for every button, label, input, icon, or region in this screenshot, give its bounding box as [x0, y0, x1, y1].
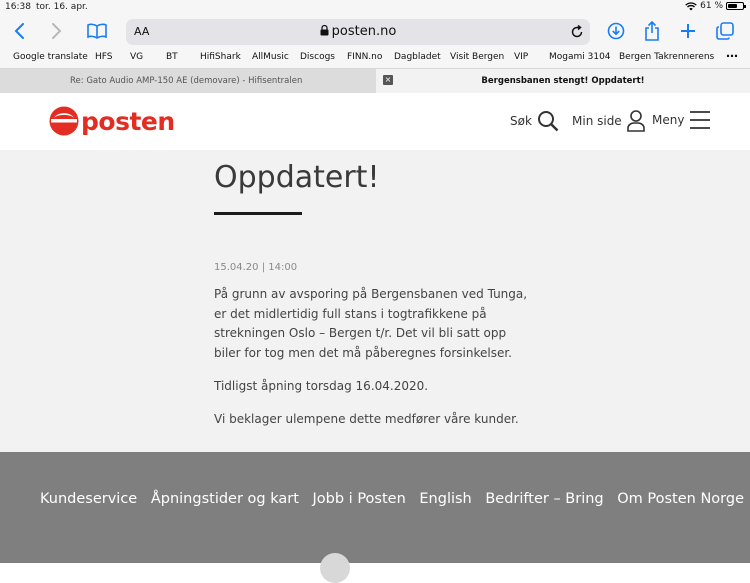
site-header: posten Søk Min side Meny — [0, 93, 750, 151]
bookmark-item[interactable]: Google translate — [13, 52, 88, 62]
url-text: posten.no — [331, 24, 397, 39]
browser-toolbar: AA posten.no — [0, 14, 750, 48]
headline-line: Oppdatert! — [214, 160, 380, 195]
article-paragraph: På grunn av avsporing på Bergensbanen ve… — [214, 287, 528, 360]
bookmark-item[interactable]: Visit Bergen — [450, 52, 504, 62]
bookmark-item[interactable]: Discogs — [300, 52, 335, 62]
article: Oppdatert! 15.04.20 | 14:00 På grunn av … — [0, 150, 750, 452]
status-date: tor. 16. apr. — [36, 2, 88, 12]
hamburger-menu-icon — [690, 111, 711, 129]
lock-icon — [320, 24, 329, 36]
headline-line-cut — [214, 150, 379, 160]
back-icon — [14, 23, 24, 39]
back-button[interactable] — [7, 18, 33, 44]
share-button[interactable] — [639, 18, 665, 44]
bookmark-item[interactable]: Bergen Takrennerens — [619, 52, 714, 62]
tabs-icon — [716, 22, 734, 40]
posten-logo[interactable]: posten — [49, 106, 175, 136]
bookmark-item[interactable]: VIP — [514, 52, 528, 62]
bookmark-item[interactable]: BT — [166, 52, 178, 62]
bookmarks-button[interactable] — [84, 18, 110, 44]
downloads-button[interactable] — [603, 18, 629, 44]
footer-link[interactable]: Jobb i Posten — [313, 491, 406, 507]
download-icon — [607, 22, 625, 40]
search-label: Søk — [510, 114, 532, 128]
footer-link[interactable]: Om Posten Norge — [617, 491, 744, 507]
footer-link[interactable]: Bedrifter – Bring — [485, 491, 603, 507]
bookmarks-bar: Google translate HFS VG BT HifiShark All… — [0, 48, 750, 68]
more-bookmarks-icon[interactable]: ⋯ — [726, 49, 738, 63]
status-time: 16:38 — [5, 2, 31, 12]
account-button[interactable]: Min side — [572, 110, 645, 132]
tab-title: Bergensbanen stengt! Oppdatert! — [481, 76, 645, 86]
footer-link[interactable]: Kundeservice — [40, 491, 137, 507]
forward-button[interactable] — [43, 18, 69, 44]
user-icon — [626, 110, 645, 132]
article-paragraph: Tidligst åpning torsdag 16.04.2020. — [214, 379, 429, 393]
new-tab-icon — [681, 24, 695, 38]
url-display[interactable]: posten.no — [126, 24, 590, 39]
bookmark-item[interactable]: FINN.no — [347, 52, 382, 62]
tab-title: Re: Gato Audio AMP-150 AE (demovare) - H… — [70, 76, 303, 86]
account-label: Min side — [572, 114, 622, 128]
reload-icon — [571, 24, 583, 38]
footer-social-icon[interactable] — [320, 553, 350, 583]
new-tab-button[interactable] — [675, 18, 701, 44]
posten-logo-icon — [49, 106, 79, 136]
wifi-icon — [685, 1, 697, 10]
search-button[interactable]: Søk — [510, 110, 559, 132]
menu-label: Meny — [652, 113, 685, 127]
footer-links: Kundeservice Åpningstider og kart Jobb i… — [40, 491, 750, 507]
search-icon — [537, 111, 559, 132]
article-headline: Oppdatert! — [214, 150, 379, 196]
menu-button[interactable]: Meny — [652, 110, 711, 130]
footer-link[interactable]: Åpningstider og kart — [151, 491, 299, 507]
status-right: 61 % — [685, 1, 746, 11]
article-paragraph: Vi beklager ulempene dette medfører våre… — [214, 412, 519, 426]
tab-inactive[interactable]: Re: Gato Audio AMP-150 AE (demovare) - H… — [0, 69, 376, 93]
article-dateline: 15.04.20 | 14:00 — [214, 262, 298, 273]
forward-icon — [52, 23, 62, 39]
share-icon — [645, 21, 659, 41]
address-bar[interactable]: AA posten.no — [126, 19, 590, 45]
bookmark-item[interactable]: AllMusic — [252, 52, 289, 62]
tab-active[interactable]: × Bergensbanen stengt! Oppdatert! — [376, 69, 750, 93]
bookmark-item[interactable]: Dagbladet — [394, 52, 441, 62]
site-footer: Kundeservice Åpningstider og kart Jobb i… — [0, 452, 750, 583]
logo-wordmark: posten — [81, 106, 175, 136]
status-bar: 16:38 tor. 16. apr. 61 % — [0, 0, 750, 14]
reload-button[interactable] — [570, 24, 584, 43]
bookmarks-icon — [87, 23, 107, 39]
headline-divider — [214, 212, 302, 215]
battery-icon — [726, 2, 746, 10]
bookmark-item[interactable]: VG — [130, 52, 143, 62]
battery-percent: 61 % — [700, 1, 723, 11]
bookmark-item[interactable]: HifiShark — [200, 52, 241, 62]
tab-bar: Re: Gato Audio AMP-150 AE (demovare) - H… — [0, 68, 750, 93]
footer-link[interactable]: English — [419, 491, 471, 507]
tabs-overview-button[interactable] — [712, 18, 738, 44]
bookmark-item[interactable]: Mogami 3104 — [549, 52, 611, 62]
bookmark-item[interactable]: HFS — [95, 52, 113, 62]
